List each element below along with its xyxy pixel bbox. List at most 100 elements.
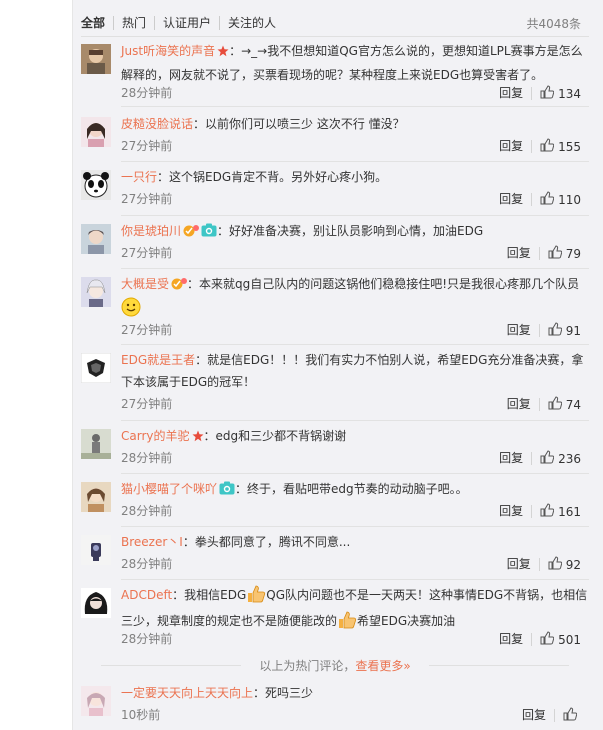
comment-item: 一只行：这个锅EDG肯定不背。另外好心疼小狗。 27分钟前 回复 110 <box>81 166 589 210</box>
comment-text: ：以前你们可以喷三少 这次不行 懂没？ <box>193 117 405 131</box>
tab-hot[interactable]: 热门 <box>113 16 154 30</box>
avatar[interactable] <box>81 277 111 307</box>
comment-actions: 回复 92 <box>507 556 581 573</box>
like-button[interactable]: 91 <box>548 322 581 339</box>
comment-body: Just听海笑的声音 ：→_→我不但想知道QG官方怎么说的，更想知道LPL赛事方是… <box>121 40 589 86</box>
reply-button[interactable]: 回复 <box>507 398 540 411</box>
comment-count: 共4048条 <box>526 17 581 31</box>
comment-body: EDG就是王者：就是信EDG！！！我们有实力不怕别人说，希望EDG充分准备决赛，… <box>121 349 589 393</box>
comment-time: 27分钟前 <box>121 323 173 337</box>
comment-item: Just听海笑的声音 ：→_→我不但想知道QG官方怎么说的，更想知道LPL赛事方是… <box>81 40 589 102</box>
divider <box>121 579 589 580</box>
like-button[interactable]: 236 <box>540 450 581 467</box>
divider <box>121 161 589 162</box>
comment-time: 27分钟前 <box>121 246 173 260</box>
username-link[interactable]: Carry的羊驼 <box>121 429 190 443</box>
username-link[interactable]: ADCDeft <box>121 588 172 602</box>
like-button[interactable]: 155 <box>540 138 581 155</box>
avatar[interactable] <box>81 224 111 254</box>
comment-item: ADCDeft：我相信EDG QG队内问题也不是一天两天！这种事情EDG不背锅，也… <box>81 584 589 650</box>
divider <box>121 344 589 345</box>
like-button[interactable]: 92 <box>548 556 581 573</box>
thumbs-up-icon <box>548 556 566 573</box>
username-link[interactable]: 你是琥珀川 <box>121 224 181 238</box>
thumbs-up-emoji-icon <box>246 585 266 610</box>
avatar[interactable] <box>81 44 111 74</box>
like-button[interactable]: 501 <box>540 631 581 648</box>
hot-comments-footer: 以上为热门评论，查看更多» <box>81 657 589 673</box>
divider <box>121 473 589 474</box>
comment-actions: 回复 161 <box>499 503 581 520</box>
like-button[interactable] <box>563 707 581 724</box>
reply-button[interactable]: 回复 <box>507 324 540 337</box>
thumbs-up-icon <box>540 138 558 155</box>
comment-item: 皮糙没脸说话：以前你们可以喷三少 这次不行 懂没？ 27分钟前 回复 155 <box>81 113 589 157</box>
username-link[interactable]: 猫小樱喵了个咪吖 <box>121 482 217 496</box>
vip-badge-icon <box>183 222 200 244</box>
comment-text: ：本来就qg自己队内的问题这锅他们稳稳接住吧!只是我很心疼那几个队员 <box>187 277 580 291</box>
thumbs-up-icon <box>540 191 558 208</box>
like-button[interactable]: 110 <box>540 191 581 208</box>
comment-time: 28分钟前 <box>121 86 173 100</box>
avatar[interactable] <box>81 170 111 200</box>
comment-body: 大概是受 ：本来就qg自己队内的问题这锅他们稳稳接住吧!只是我很心疼那几个队员 <box>121 273 589 324</box>
comment-time: 27分钟前 <box>121 139 173 153</box>
reply-button[interactable]: 回复 <box>499 633 533 646</box>
reply-button[interactable]: 回复 <box>499 140 533 153</box>
tab-verified[interactable]: 认证用户 <box>154 16 219 30</box>
avatar[interactable] <box>81 117 111 147</box>
thumbs-up-icon <box>540 85 558 102</box>
star-badge-icon <box>192 427 204 449</box>
camera-badge-icon <box>201 222 217 244</box>
reply-button[interactable]: 回复 <box>522 709 555 722</box>
comment-item: 猫小樱喵了个咪吖 ：终于，看贴吧带edg节奏的动动脑子吧。。 28分钟前 回复 1… <box>81 478 589 522</box>
like-count: 501 <box>558 632 581 647</box>
comment-text: ：拳头都同意了，腾讯不同意... <box>182 535 351 549</box>
comment-body: 一只行：这个锅EDG肯定不背。另外好心疼小狗。 <box>121 166 589 188</box>
comment-body: 你是琥珀川 ：好好准备决赛，别让队员影响到心情，加油EDG <box>121 220 589 244</box>
comment-actions: 回复 <box>522 707 581 724</box>
view-more-link[interactable]: 查看更多» <box>355 659 410 673</box>
thumbs-up-emoji-icon <box>337 611 357 636</box>
comment-item: Breezer丶I：拳头都同意了，腾讯不同意... 28分钟前 回复 92 <box>81 531 589 575</box>
tab-all[interactable]: 全部 <box>81 16 113 30</box>
like-button[interactable]: 74 <box>548 396 581 413</box>
username-link[interactable]: Just听海笑的声音 <box>121 44 215 58</box>
avatar[interactable] <box>81 686 111 716</box>
like-count: 155 <box>558 139 581 154</box>
username-link[interactable]: 一只行 <box>121 170 157 184</box>
avatar[interactable] <box>81 353 111 383</box>
reply-button[interactable]: 回复 <box>507 247 540 260</box>
comment-item: 你是琥珀川 ：好好准备决赛，别让队员影响到心情，加油EDG 27分钟前 回复 79 <box>81 220 589 264</box>
like-count: 134 <box>558 86 581 101</box>
username-link[interactable]: Breezer丶I <box>121 535 183 549</box>
username-link[interactable]: 皮糙没脸说话 <box>121 117 193 131</box>
reply-button[interactable]: 回复 <box>499 193 533 206</box>
thumbs-up-icon <box>548 322 566 339</box>
comment-body: 皮糙没脸说话：以前你们可以喷三少 这次不行 懂没？ <box>121 113 589 135</box>
reply-button[interactable]: 回复 <box>499 505 533 518</box>
username-link[interactable]: EDG就是王者 <box>121 353 195 367</box>
comment-text: ：终于，看贴吧带edg节奏的动动脑子吧。。 <box>235 482 468 496</box>
reply-button[interactable]: 回复 <box>499 452 533 465</box>
thumbs-up-icon <box>563 707 581 724</box>
tab-following[interactable]: 关注的人 <box>219 16 284 30</box>
comment-actions: 回复 91 <box>507 322 581 339</box>
like-button[interactable]: 79 <box>548 245 581 262</box>
reply-button[interactable]: 回复 <box>507 558 540 571</box>
comment-actions: 回复 236 <box>499 450 581 467</box>
like-count: 79 <box>565 246 581 261</box>
like-button[interactable]: 134 <box>540 85 581 102</box>
username-link[interactable]: 一定要天天向上天天向上 <box>121 686 253 700</box>
divider <box>121 268 589 269</box>
avatar[interactable] <box>81 429 111 459</box>
avatar[interactable] <box>81 588 111 618</box>
like-button[interactable]: 161 <box>540 503 581 520</box>
username-link[interactable]: 大概是受 <box>121 277 169 291</box>
comment-body: 一定要天天向上天天向上：死吗三少 <box>121 682 589 704</box>
avatar[interactable] <box>81 535 111 565</box>
hot-comments-note: 以上为热门评论， <box>259 659 356 673</box>
comment-text: ：我相信EDG <box>172 588 247 602</box>
reply-button[interactable]: 回复 <box>499 87 533 100</box>
avatar[interactable] <box>81 482 111 512</box>
